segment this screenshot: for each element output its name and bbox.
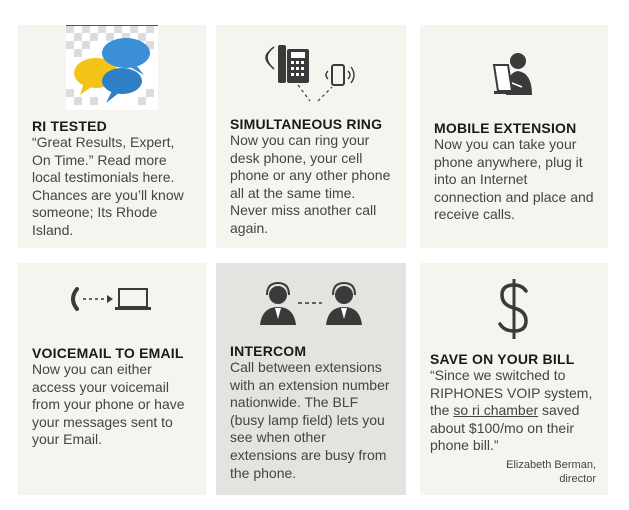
features-grid: RI TESTED “Great Results, Expert, On Tim… bbox=[0, 0, 629, 510]
person-at-laptop-icon bbox=[492, 53, 532, 95]
card-title: MOBILE EXTENSION bbox=[434, 120, 577, 136]
phone-to-laptop-icon bbox=[71, 287, 151, 311]
two-headset-agents-icon bbox=[260, 281, 362, 325]
card-voicemail-to-email[interactable]: VOICEMAIL TO EMAIL Now you can either ac… bbox=[18, 263, 206, 495]
card-save-on-your-bill[interactable]: SAVE ON YOUR BILL “Since we switched to … bbox=[420, 263, 608, 495]
chamber-link[interactable]: so ri chamber bbox=[453, 402, 538, 418]
card-title: SIMULTANEOUS RING bbox=[230, 116, 383, 132]
author-role: director bbox=[559, 472, 596, 485]
card-simultaneous-ring[interactable]: SIMULTANEOUS RING Now you can ring your … bbox=[216, 25, 406, 248]
quote-author: Elizabeth Berman, director bbox=[430, 458, 596, 486]
card-body: Now you can ring your desk phone, your c… bbox=[230, 132, 391, 236]
card-title: INTERCOM bbox=[230, 343, 307, 359]
dollar-sign-icon bbox=[498, 279, 528, 339]
card-ri-tested[interactable]: RI TESTED “Great Results, Expert, On Tim… bbox=[18, 25, 206, 248]
card-body: “Since we switched to RIPHONES VOIP syst… bbox=[430, 367, 596, 455]
desk-and-cell-phone-icon bbox=[265, 45, 355, 102]
card-title: RI TESTED bbox=[32, 118, 107, 134]
card-body: Now you can take your phone anywhere, pl… bbox=[434, 136, 594, 223]
card-title: VOICEMAIL TO EMAIL bbox=[32, 345, 184, 361]
card-body: Now you can either access your voicemail… bbox=[32, 361, 185, 448]
author-name: Elizabeth Berman, bbox=[506, 458, 596, 471]
card-body: Call between extensions with an extensio… bbox=[230, 359, 390, 481]
card-body: “Great Results, Expert, On Time.” Read m… bbox=[32, 134, 184, 238]
card-intercom[interactable]: INTERCOM Call between extensions with an… bbox=[216, 263, 406, 495]
card-title: SAVE ON YOUR BILL bbox=[430, 351, 575, 367]
card-mobile-extension[interactable]: MOBILE EXTENSION Now you can take your p… bbox=[420, 25, 608, 248]
speech-bubbles-icon bbox=[66, 25, 158, 110]
